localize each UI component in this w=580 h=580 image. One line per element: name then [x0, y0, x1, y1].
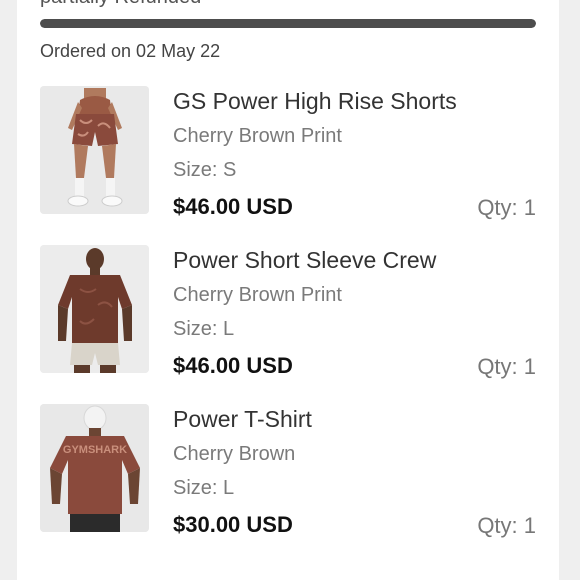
ordered-date: Ordered on 02 May 22: [40, 41, 221, 61]
product-image-tshirt[interactable]: GYMSHARK: [40, 404, 149, 532]
product-size: Size: L: [173, 477, 235, 499]
order-item[interactable]: Power Short Sleeve Crew Cherry Brown Pri…: [40, 245, 536, 404]
order-status-text: partially Refunded: [40, 0, 201, 9]
product-name[interactable]: Power Short Sleeve Crew: [173, 247, 436, 274]
order-progress-fill: [40, 19, 536, 28]
order-item[interactable]: GS Power High Rise Shorts Cherry Brown P…: [40, 86, 536, 245]
product-name[interactable]: Power T-Shirt: [173, 406, 312, 433]
product-size: Size: S: [173, 159, 237, 181]
product-price: $30.00 USD: [173, 512, 293, 537]
order-item[interactable]: GYMSHARK Power T-Shirt Cherry Brown Size…: [40, 404, 536, 563]
order-items-list: GS Power High Rise Shorts Cherry Brown P…: [40, 86, 536, 563]
product-quantity: Qty: 1: [477, 513, 536, 538]
product-color: Cherry Brown Print: [173, 284, 342, 306]
product-color: Cherry Brown Print: [173, 125, 342, 147]
product-quantity: Qty: 1: [477, 195, 536, 220]
product-image-crew[interactable]: [40, 245, 149, 373]
product-quantity: Qty: 1: [477, 354, 536, 379]
tshirt-print-text: GYMSHARK: [63, 444, 127, 456]
order-card: partially Refunded Ordered on 02 May 22: [17, 0, 559, 580]
product-image-shorts[interactable]: [40, 86, 149, 214]
product-size: Size: L: [173, 318, 235, 340]
order-progress-bar: [40, 19, 536, 28]
product-name[interactable]: GS Power High Rise Shorts: [173, 88, 457, 115]
product-price: $46.00 USD: [173, 194, 293, 219]
product-price: $46.00 USD: [173, 353, 293, 378]
product-color: Cherry Brown: [173, 443, 296, 465]
